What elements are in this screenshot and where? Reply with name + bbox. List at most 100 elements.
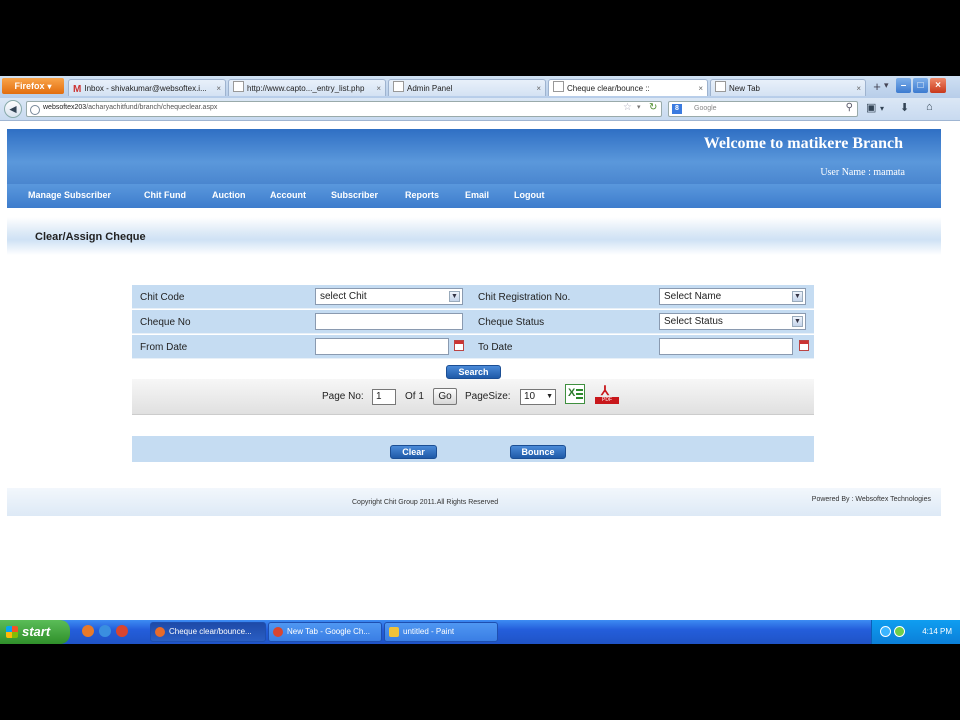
cheque-no-label: Cheque No xyxy=(140,317,191,328)
close-tab-icon[interactable]: × xyxy=(856,80,861,96)
security-tray-icon[interactable] xyxy=(894,626,905,637)
chevron-down-icon[interactable]: ▼ xyxy=(792,291,803,302)
page-icon xyxy=(233,81,244,92)
page-icon xyxy=(393,81,404,92)
taskbar-item-new-tab[interactable]: New Tab - Google Ch... xyxy=(268,622,382,642)
taskbar-item-cheque[interactable]: Cheque clear/bounce... xyxy=(150,622,266,642)
tab-cheque-clear[interactable]: Cheque clear/bounce :: × xyxy=(548,79,708,96)
tab-label: Admin Panel xyxy=(407,84,453,93)
maximize-window-button[interactable]: □ xyxy=(913,78,928,93)
new-tab-button[interactable]: + xyxy=(870,80,884,94)
to-date-input[interactable] xyxy=(659,338,793,355)
system-tray: 4:14 PM xyxy=(871,620,960,644)
chevron-down-icon[interactable]: ▼ xyxy=(449,291,460,302)
screen: Firefox MInbox - shivakumar@websoftex.i.… xyxy=(0,76,960,644)
page-no-input[interactable]: 1 xyxy=(372,389,396,405)
tab-admin-panel[interactable]: Admin Panel × xyxy=(388,79,546,96)
menu-manage-subscriber[interactable]: Manage Subscriber xyxy=(28,190,111,200)
pdf-export-icon[interactable]: ⅄ PDF xyxy=(595,383,619,405)
paint-icon xyxy=(389,627,399,637)
menu-subscriber[interactable]: Subscriber xyxy=(331,190,378,200)
menu-chit-fund[interactable]: Chit Fund xyxy=(144,190,186,200)
firefox-icon xyxy=(155,627,165,637)
chit-code-select[interactable]: select Chit ▼ xyxy=(315,288,463,305)
cheque-status-select[interactable]: Select Status ▼ xyxy=(659,313,806,330)
main-menu: Manage Subscriber Chit Fund Auction Acco… xyxy=(7,184,941,208)
menu-email[interactable]: Email xyxy=(465,190,489,200)
from-date-input[interactable] xyxy=(315,338,449,355)
chevron-down-icon[interactable]: ▼ xyxy=(792,316,803,327)
chit-registration-select[interactable]: Select Name ▼ xyxy=(659,288,806,305)
calendar-icon[interactable] xyxy=(454,340,464,351)
search-button[interactable]: Search xyxy=(446,365,501,379)
to-date-label: To Date xyxy=(478,342,513,353)
tab-label: New Tab xyxy=(729,84,760,93)
from-date-label: From Date xyxy=(140,342,188,353)
minimize-window-button[interactable]: – xyxy=(896,78,911,93)
windows-logo-icon xyxy=(6,626,18,638)
task-label: untitled - Paint xyxy=(403,627,455,636)
bookmark-star-icon[interactable]: ☆ xyxy=(623,102,632,113)
firefox-quicklaunch-icon[interactable] xyxy=(82,625,94,637)
taskbar-item-paint[interactable]: untitled - Paint xyxy=(384,622,498,642)
chevron-down-icon[interactable]: ▼ xyxy=(546,390,553,404)
menu-reports[interactable]: Reports xyxy=(405,190,439,200)
firefox-menu-button[interactable]: Firefox xyxy=(2,78,64,94)
menu-auction[interactable]: Auction xyxy=(212,190,246,200)
feed-icon[interactable]: ▣ xyxy=(866,101,876,114)
url-bar[interactable]: websoftex203/acharyachitfund/branch/cheq… xyxy=(26,101,662,117)
clear-button[interactable]: Clear xyxy=(390,445,437,459)
site-identity-icon[interactable] xyxy=(30,105,40,115)
close-window-button[interactable]: × xyxy=(930,78,946,93)
tab-label: Inbox - shivakumar@websoftex.i... xyxy=(84,84,207,93)
feed-dropdown-icon[interactable]: ▾ xyxy=(880,104,884,113)
task-label: New Tab - Google Ch... xyxy=(287,627,371,636)
page-title: Clear/Assign Cheque xyxy=(35,231,146,243)
reload-icon[interactable]: ↻ xyxy=(649,102,657,113)
menu-logout[interactable]: Logout xyxy=(514,190,545,200)
go-button[interactable]: Go xyxy=(433,388,457,405)
tab-capto[interactable]: http://www.capto..._entry_list.php × xyxy=(228,79,386,96)
home-icon[interactable]: ⌂ xyxy=(926,101,933,113)
chit-code-label: Chit Code xyxy=(140,292,185,303)
start-button[interactable]: start xyxy=(0,620,70,644)
menu-account[interactable]: Account xyxy=(270,190,306,200)
chrome-quicklaunch-icon[interactable] xyxy=(116,625,128,637)
excel-export-icon[interactable] xyxy=(565,384,585,404)
bounce-button[interactable]: Bounce xyxy=(510,445,566,459)
close-tab-icon[interactable]: × xyxy=(536,80,541,96)
tab-label: Cheque clear/bounce :: xyxy=(567,84,650,93)
pager-bar: Page No: 1 Of 1 Go PageSize: 10 ▼ ⅄ PDF xyxy=(132,379,814,415)
page-size-select[interactable]: 10 ▼ xyxy=(520,389,556,405)
search-icon[interactable]: ⚲ xyxy=(846,102,853,113)
search-engine-icon[interactable]: 8 xyxy=(672,104,682,114)
ie-quicklaunch-icon[interactable] xyxy=(99,625,111,637)
cheque-status-label: Cheque Status xyxy=(478,317,545,328)
page-size-label: PageSize: xyxy=(465,391,511,402)
close-tab-icon[interactable]: × xyxy=(216,80,221,96)
copyright-text: Copyright Chit Group 2011.All Rights Res… xyxy=(352,499,499,506)
page-of-label: Of 1 xyxy=(405,391,424,402)
tab-label: http://www.capto..._entry_list.php xyxy=(247,84,365,93)
close-tab-icon[interactable]: × xyxy=(376,80,381,96)
browser-tab-bar: Firefox MInbox - shivakumar@websoftex.i.… xyxy=(0,76,960,98)
close-tab-icon[interactable]: × xyxy=(698,80,703,96)
calendar-icon[interactable] xyxy=(799,340,809,351)
download-icon[interactable]: ⬇ xyxy=(900,101,909,114)
page-title-bar: Clear/Assign Cheque xyxy=(7,217,941,255)
powered-by-text: Powered By : Websoftex Technologies xyxy=(811,496,931,503)
tab-new-tab[interactable]: New Tab × xyxy=(710,79,866,96)
clock: 4:14 PM xyxy=(922,627,952,636)
welcome-text: Welcome to matikere Branch xyxy=(703,135,903,152)
tab-inbox[interactable]: M Inbox - shivakumar@websoftex.i... × xyxy=(68,79,226,96)
url-dropdown-icon[interactable]: ▾ xyxy=(637,103,641,111)
network-tray-icon[interactable] xyxy=(880,626,891,637)
back-button[interactable]: ◄ xyxy=(4,100,22,118)
list-tabs-icon[interactable]: ▾ xyxy=(884,80,896,94)
windows-taskbar: start Cheque clear/bounce... New Tab - G… xyxy=(0,620,960,644)
cheque-status-value: Select Status xyxy=(664,316,723,327)
start-label: start xyxy=(22,624,51,639)
search-bar[interactable]: 8 Google ⚲ xyxy=(668,101,858,117)
cheque-search-form: Chit Code select Chit ▼ Chit Registratio… xyxy=(132,285,814,361)
cheque-no-input[interactable] xyxy=(315,313,463,330)
